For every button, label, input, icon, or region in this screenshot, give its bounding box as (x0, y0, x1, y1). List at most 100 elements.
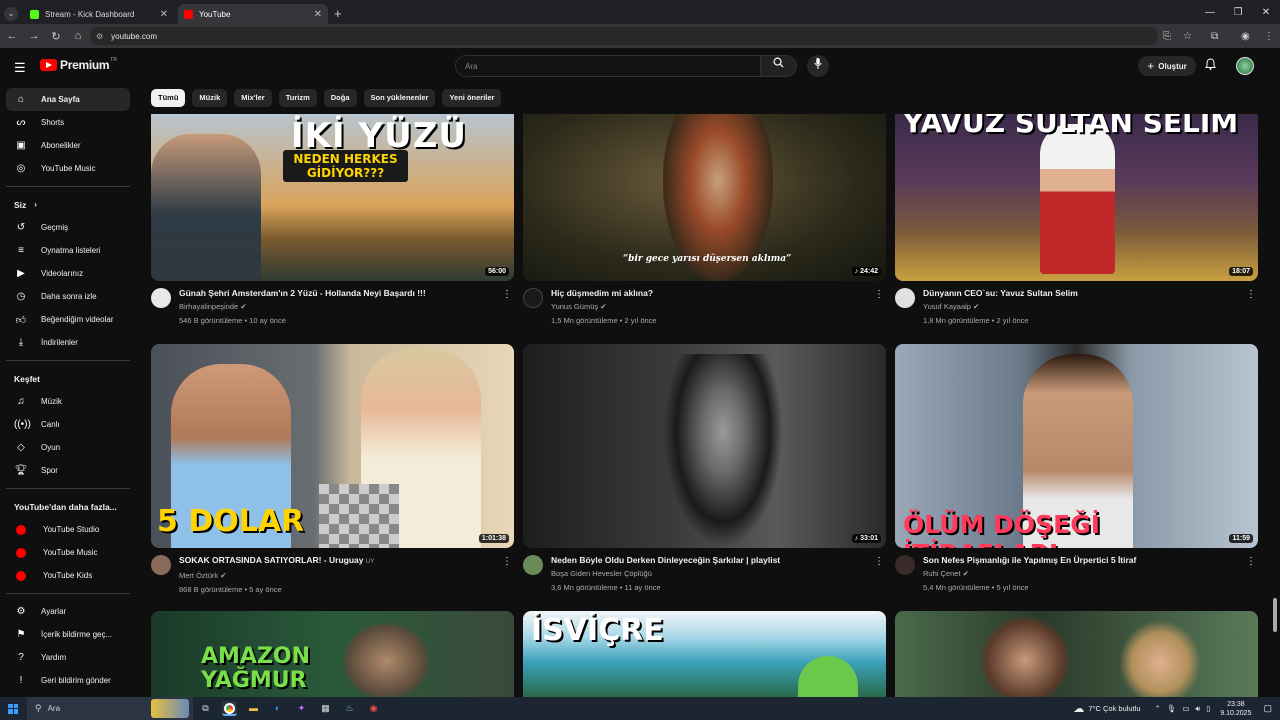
video-thumbnail[interactable]: AMAZON YAĞMUR (151, 611, 514, 697)
sidebar-item-settings[interactable]: ⚙ Ayarlar (6, 600, 130, 623)
channel-name[interactable]: Boşa Giden Hevesler Çöplüğü (551, 569, 780, 578)
video-thumbnail[interactable]: “bir gece yarısı düşersen aklıma” ♪ 24:4… (523, 114, 886, 281)
network-icon[interactable]: ▭ (1182, 704, 1189, 713)
sidebar-item-music[interactable]: ♫ Müzik (6, 390, 130, 413)
video-title[interactable]: Hiç düşmedim mi aklına? (551, 288, 657, 299)
site-info-icon[interactable]: ⚙ (96, 32, 103, 41)
page-scrollbar[interactable] (1273, 598, 1277, 632)
hamburger-menu-icon[interactable]: ☰ (14, 60, 26, 76)
video-card[interactable]: İSVİÇRE (523, 611, 886, 697)
back-icon[interactable]: ← (2, 30, 22, 42)
volume-icon[interactable]: 🔊︎ (1195, 704, 1200, 714)
close-window-icon[interactable]: ✕ (1252, 7, 1280, 18)
channel-name[interactable]: Mert Öztürk ✔ (179, 571, 374, 580)
more-options-icon[interactable]: ⋮ (502, 556, 512, 567)
notifications-bell-icon[interactable] (1205, 58, 1216, 73)
sidebar-item-watch-later[interactable]: ◷ Daha sonra izle (6, 285, 130, 308)
video-thumbnail[interactable]: ÖLÜM DÖŞEĞİ İTİRAFLARI 11:59 (895, 344, 1258, 548)
video-thumbnail[interactable]: İSVİÇRE (523, 611, 886, 697)
sidebar-item-youtube-music-2[interactable]: YouTube Music (6, 541, 130, 564)
sidebar-item-live[interactable]: ((•)) Canlı (6, 413, 130, 436)
channel-avatar[interactable] (895, 555, 915, 575)
video-card[interactable]: AMAZON YAĞMUR (151, 611, 514, 697)
chip-tourism[interactable]: Turizm (278, 89, 317, 107)
account-avatar[interactable] (1236, 57, 1254, 75)
chip-all[interactable]: Tümü (151, 89, 186, 107)
new-tab-icon[interactable]: + (334, 6, 342, 21)
task-view-icon[interactable]: ⧉ (198, 701, 213, 716)
reload-icon[interactable]: ↻ (46, 30, 66, 43)
more-options-icon[interactable]: ⋮ (1246, 289, 1256, 300)
video-card[interactable]: İKİ YÜZÜ NEDEN HERKES GİDİYOR??? 56:00 G… (151, 114, 514, 325)
sidebar-item-subscriptions[interactable]: ▣ Abonelikler (6, 134, 130, 157)
home-browser-icon[interactable]: ⌂ (68, 30, 88, 42)
minimize-icon[interactable]: — (1196, 7, 1224, 18)
profile-icon[interactable]: ◉ (1241, 24, 1250, 48)
video-title[interactable]: SOKAK ORTASINDA SATIYORLAR! - Uruguay UY (179, 555, 374, 568)
video-card[interactable] (895, 611, 1258, 697)
chip-new-to-you[interactable]: Yeni öneriler (442, 89, 502, 107)
video-card[interactable]: YAVUZ SULTAN SELİM 18:07 Dünyanın CEO`su… (895, 114, 1258, 325)
file-explorer-icon[interactable]: ▬ (246, 701, 261, 716)
close-tab-icon[interactable]: ✕ (314, 9, 322, 20)
video-title[interactable]: Neden Böyle Oldu Derken Dinleyeceğin Şar… (551, 555, 780, 566)
create-button[interactable]: + Oluştur (1138, 56, 1196, 76)
video-thumbnail[interactable]: YAVUZ SULTAN SELİM 18:07 (895, 114, 1258, 281)
more-options-icon[interactable]: ⋮ (502, 289, 512, 300)
forward-icon[interactable]: → (24, 30, 44, 42)
tray-chevron-icon[interactable]: ⌃ (1155, 704, 1161, 713)
video-thumbnail[interactable]: İKİ YÜZÜ NEDEN HERKES GİDİYOR??? 56:00 (151, 114, 514, 281)
search-input[interactable]: Ara (455, 55, 761, 77)
bookmark-star-icon[interactable]: ☆ (1183, 24, 1192, 48)
taskbar-search[interactable]: ⚲ Ara (27, 697, 193, 720)
channel-name[interactable]: Birhayalinpeşinde ✔ (179, 302, 426, 311)
sidebar-item-gaming[interactable]: ◇ Oyun (6, 436, 130, 459)
channel-name[interactable]: Ruhi Çenet ✔ (923, 569, 1136, 578)
sidebar-item-shorts[interactable]: ᔕ Shorts (6, 111, 130, 134)
more-options-icon[interactable]: ⋮ (1246, 556, 1256, 567)
chip-nature[interactable]: Doğa (323, 89, 357, 107)
channel-name[interactable]: Yunus Gümüş ✔ (551, 302, 657, 311)
sidebar-item-youtube-kids[interactable]: YouTube Kids (6, 564, 130, 587)
more-options-icon[interactable]: ⋮ (874, 289, 884, 300)
search-button[interactable] (760, 55, 797, 77)
tab-search-icon[interactable]: ⌄ (4, 7, 18, 21)
close-tab-icon[interactable]: ✕ (160, 9, 168, 20)
voice-search-button[interactable] (807, 55, 829, 77)
sidebar-item-report-history[interactable]: ⚑ İçerik bildirme geç... (6, 623, 130, 646)
channel-avatar[interactable] (523, 555, 543, 575)
battery-icon[interactable]: ▯ (1206, 704, 1210, 713)
video-title[interactable]: Dünyanın CEO`su: Yavuz Sultan Selim (923, 288, 1078, 299)
extensions-icon[interactable]: ⧉ (1211, 24, 1218, 48)
chrome-icon[interactable] (222, 701, 237, 716)
sidebar-item-help[interactable]: ? Yardım (6, 646, 130, 669)
install-app-icon[interactable]: ⎘ (1163, 24, 1171, 48)
sidebar-item-playlists[interactable]: ≡ Oynatma listeleri (6, 239, 130, 262)
channel-avatar[interactable] (151, 555, 171, 575)
channel-avatar[interactable] (523, 288, 543, 308)
copilot-icon[interactable]: ✦ (294, 701, 309, 716)
video-thumbnail[interactable] (895, 611, 1258, 697)
microphone-icon[interactable]: 🎙︎ (1167, 704, 1177, 713)
channel-avatar[interactable] (151, 288, 171, 308)
video-thumbnail[interactable]: ♪ 33:01 (523, 344, 886, 548)
sidebar-item-liked-videos[interactable]: 👍︎ Beğendiğim videolar (6, 308, 130, 331)
video-card[interactable]: ♪ 33:01 Neden Böyle Oldu Derken Dinleyec… (523, 344, 886, 592)
sidebar-item-downloads[interactable]: ⤓ İndirilenler (6, 331, 130, 354)
maximize-icon[interactable]: ❐ (1224, 7, 1252, 18)
address-field[interactable]: ⚙ youtube.com (90, 27, 1158, 45)
tab-kick[interactable]: Stream - Kick Dashboard ✕ (24, 4, 174, 24)
steam-icon[interactable]: ♨ (342, 701, 357, 716)
channel-avatar[interactable] (895, 288, 915, 308)
sidebar-item-your-videos[interactable]: ▶ Videolarınız (6, 262, 130, 285)
chip-recently-uploaded[interactable]: Son yüklenenler (363, 89, 436, 107)
video-card[interactable]: 5 DOLAR 1:01:38 SOKAK ORTASINDA SATIYORL… (151, 344, 514, 594)
video-card[interactable]: ÖLÜM DÖŞEĞİ İTİRAFLARI 11:59 Son Nefes P… (895, 344, 1258, 592)
video-title[interactable]: Günah Şehri Amsterdam'ın 2 Yüzü - Hollan… (179, 288, 426, 299)
sidebar-item-history[interactable]: ↺ Geçmiş (6, 216, 130, 239)
video-thumbnail[interactable]: 5 DOLAR 1:01:38 (151, 344, 514, 548)
calculator-icon[interactable]: ▦ (318, 701, 333, 716)
sidebar-item-home[interactable]: ⌂ Ana Sayfa (6, 88, 130, 111)
chip-mixes[interactable]: Mix'ler (234, 89, 272, 107)
sidebar-heading-you[interactable]: Siz › (6, 193, 130, 216)
